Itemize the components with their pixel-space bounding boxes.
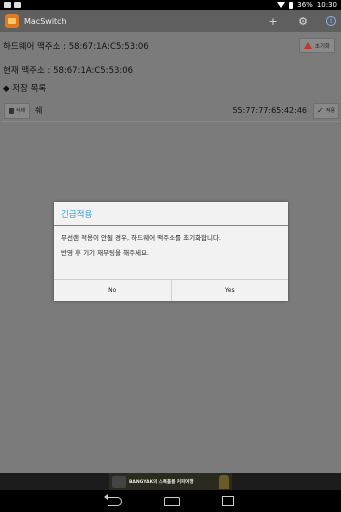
status-bar: 36% 10:30 xyxy=(0,0,341,10)
dialog-body: 무선랜 적용이 안될 경우, 하드웨어 맥주소를 초기화합니다. 반영 후 기기… xyxy=(54,226,288,258)
ad-content[interactable]: BANGYAK의 스톡홀름 커피여행 xyxy=(109,473,232,490)
add-icon[interactable]: + xyxy=(266,15,280,28)
app-icon[interactable] xyxy=(5,14,19,28)
wifi-icon xyxy=(277,2,286,8)
info-icon[interactable]: i xyxy=(326,16,336,26)
dialog-message-line2: 반영 후 기기 재부팅을 해주세요. xyxy=(61,249,150,258)
recent-apps-icon[interactable] xyxy=(221,496,234,506)
current-mac-row: 현재 맥주소 : 58:67:1A:C5:53:06 xyxy=(3,64,133,76)
action-bar: MacSwitch + ⚙ i xyxy=(0,10,341,32)
navigation-bar xyxy=(0,490,341,512)
apply-button[interactable]: ✓ 적용 xyxy=(313,102,339,119)
ad-figure-image xyxy=(219,474,229,489)
dialog-message-line1: 무선랜 적용이 안될 경우, 하드웨어 맥주소를 초기화합니다. xyxy=(61,234,222,242)
emergency-apply-dialog: 긴급적용 무선랜 적용이 안될 경우, 하드웨어 맥주소를 초기화합니다. 반영… xyxy=(54,202,288,301)
init-button-label: 초기화 xyxy=(314,43,330,50)
saved-list-header: ◆ 저장 목록 xyxy=(3,84,47,94)
dialog-buttons: No Yes xyxy=(54,279,288,301)
battery-percent: 36% xyxy=(297,1,313,9)
current-mac-label: 현재 맥주소 : xyxy=(3,66,51,76)
settings-icon[interactable]: ⚙ xyxy=(296,15,310,28)
ad-headline: BANGYAK의 스톡홀름 커피여행 xyxy=(129,479,194,485)
ad-banner[interactable]: BANGYAK의 스톡홀름 커피여행 xyxy=(0,473,341,490)
current-mac-value: 58:67:1A:C5:53:06 xyxy=(53,66,134,76)
hardware-mac-label: 하드웨어 맥주소 : xyxy=(3,42,67,52)
init-button[interactable]: 초기화 xyxy=(298,38,335,53)
delete-button[interactable]: 삭제 xyxy=(4,102,30,119)
hardware-mac-row: 하드웨어 맥주소 : 58:67:1A:C5:53:06 xyxy=(3,40,149,52)
dialog-title: 긴급적용 xyxy=(54,202,288,226)
warning-icon xyxy=(303,42,312,49)
clock: 10:30 xyxy=(316,1,337,9)
list-item: 삭제 쉐 55:77:77:65:42:46 ✓ 적용 xyxy=(2,100,339,122)
saved-item-mac: 55:77:77:65:42:46 xyxy=(232,106,307,115)
notification-icon xyxy=(4,2,11,8)
no-button[interactable]: No xyxy=(54,280,171,301)
trash-icon xyxy=(8,107,14,114)
ad-logo-image xyxy=(112,475,126,488)
apply-button-label: 적용 xyxy=(325,108,335,114)
home-icon[interactable] xyxy=(163,496,180,506)
saved-item-name: 쉐 xyxy=(35,106,43,115)
yes-button[interactable]: Yes xyxy=(170,280,289,301)
hardware-mac-value: 58:67:1A:C5:53:06 xyxy=(68,42,149,52)
app-title: MacSwitch xyxy=(24,16,67,26)
battery-icon xyxy=(289,1,294,9)
back-icon[interactable] xyxy=(103,493,122,506)
notification-icon-2 xyxy=(14,2,21,8)
delete-button-label: 삭제 xyxy=(15,108,26,114)
check-icon: ✓ xyxy=(317,106,324,115)
